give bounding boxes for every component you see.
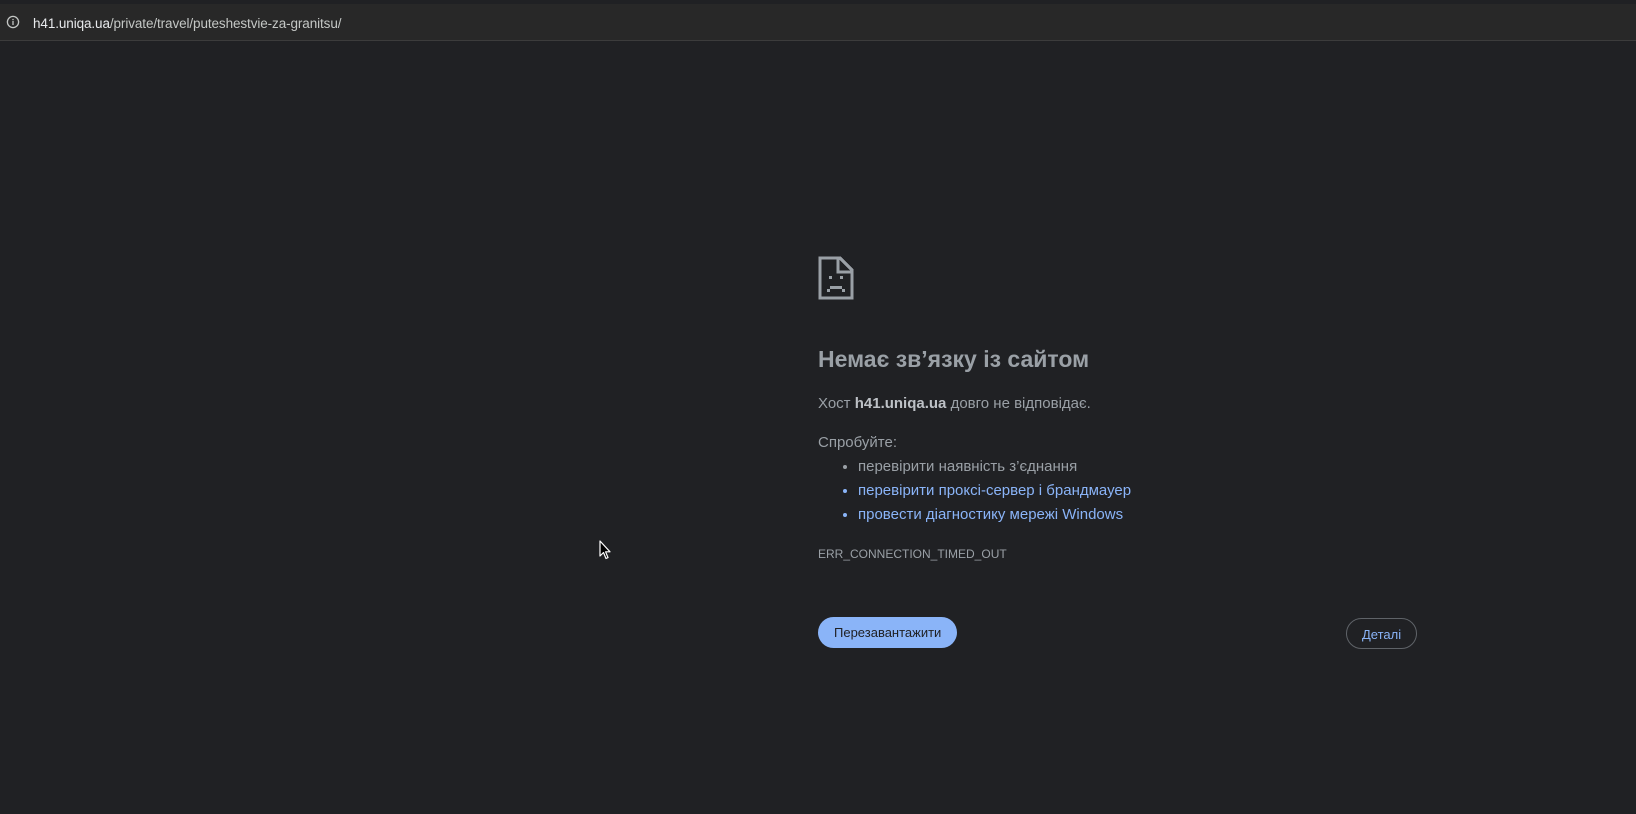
sad-page-icon <box>818 256 854 300</box>
details-button[interactable]: Деталі <box>1346 618 1418 649</box>
browser-toolbar: h41.uniqa.ua/private/travel/puteshestvie… <box>0 0 1636 44</box>
desc-suffix: довго не відповідає. <box>946 395 1091 412</box>
error-description: Хост h41.uniqa.ua довго не відповідає. <box>818 395 1091 412</box>
error-code: ERR_CONNECTION_TIMED_OUT <box>818 547 1007 561</box>
url-text[interactable]: h41.uniqa.ua/private/travel/puteshestvie… <box>33 16 341 31</box>
info-icon[interactable] <box>6 15 20 29</box>
error-page <box>0 45 1636 814</box>
mouse-cursor-icon <box>599 540 611 560</box>
desc-host: h41.uniqa.ua <box>854 395 947 412</box>
try-label: Спробуйте: <box>818 434 897 451</box>
error-title: Немає зв’язку із сайтом <box>818 346 1090 372</box>
suggestion-check-proxy-link[interactable]: перевірити проксі-сервер і брандмауер <box>858 479 1131 503</box>
desc-prefix: Хост <box>818 395 855 412</box>
suggestion-network-diagnostics-link[interactable]: провести діагностику мережі Windows <box>858 503 1131 527</box>
url-host: h41.uniqa.ua <box>33 16 110 31</box>
suggestion-check-connection: перевірити наявність з’єднання <box>858 455 1131 479</box>
reload-button[interactable]: Перезавантажити <box>818 617 958 648</box>
suggestions-list: перевірити наявність з’єднання перевірит… <box>818 455 1131 527</box>
url-path: /private/travel/puteshestvie-za-granitsu… <box>109 16 342 31</box>
address-bar[interactable]: h41.uniqa.ua/private/travel/puteshestvie… <box>0 4 1636 41</box>
